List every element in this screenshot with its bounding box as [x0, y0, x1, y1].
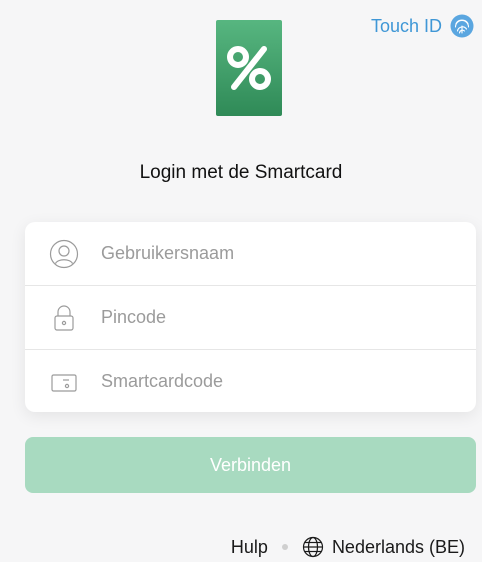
touch-id-button[interactable]: Touch ID	[371, 14, 474, 38]
fingerprint-icon	[450, 14, 474, 38]
smartcard-input[interactable]	[101, 371, 421, 392]
pincode-row	[25, 286, 476, 350]
username-input[interactable]	[101, 243, 421, 264]
user-icon	[49, 239, 79, 269]
help-link[interactable]: Hulp	[231, 537, 268, 558]
card-icon	[49, 367, 79, 397]
connect-button[interactable]: Verbinden	[25, 437, 476, 493]
percent-icon	[227, 46, 271, 90]
page-title: Login met de Smartcard	[139, 162, 343, 183]
language-selector[interactable]: Nederlands (BE)	[302, 536, 465, 558]
touch-id-label: Touch ID	[370, 15, 442, 36]
language-label: Nederlands (BE)	[331, 536, 465, 557]
smartcard-row	[25, 350, 476, 412]
login-form	[25, 222, 476, 412]
username-row	[25, 222, 476, 286]
separator-dot	[281, 544, 288, 550]
pincode-input[interactable]	[101, 307, 421, 328]
lock-icon	[49, 303, 79, 333]
globe-icon	[302, 536, 324, 558]
app-logo	[216, 20, 282, 116]
footer: Hulp Nederlands (BE)	[231, 536, 465, 558]
